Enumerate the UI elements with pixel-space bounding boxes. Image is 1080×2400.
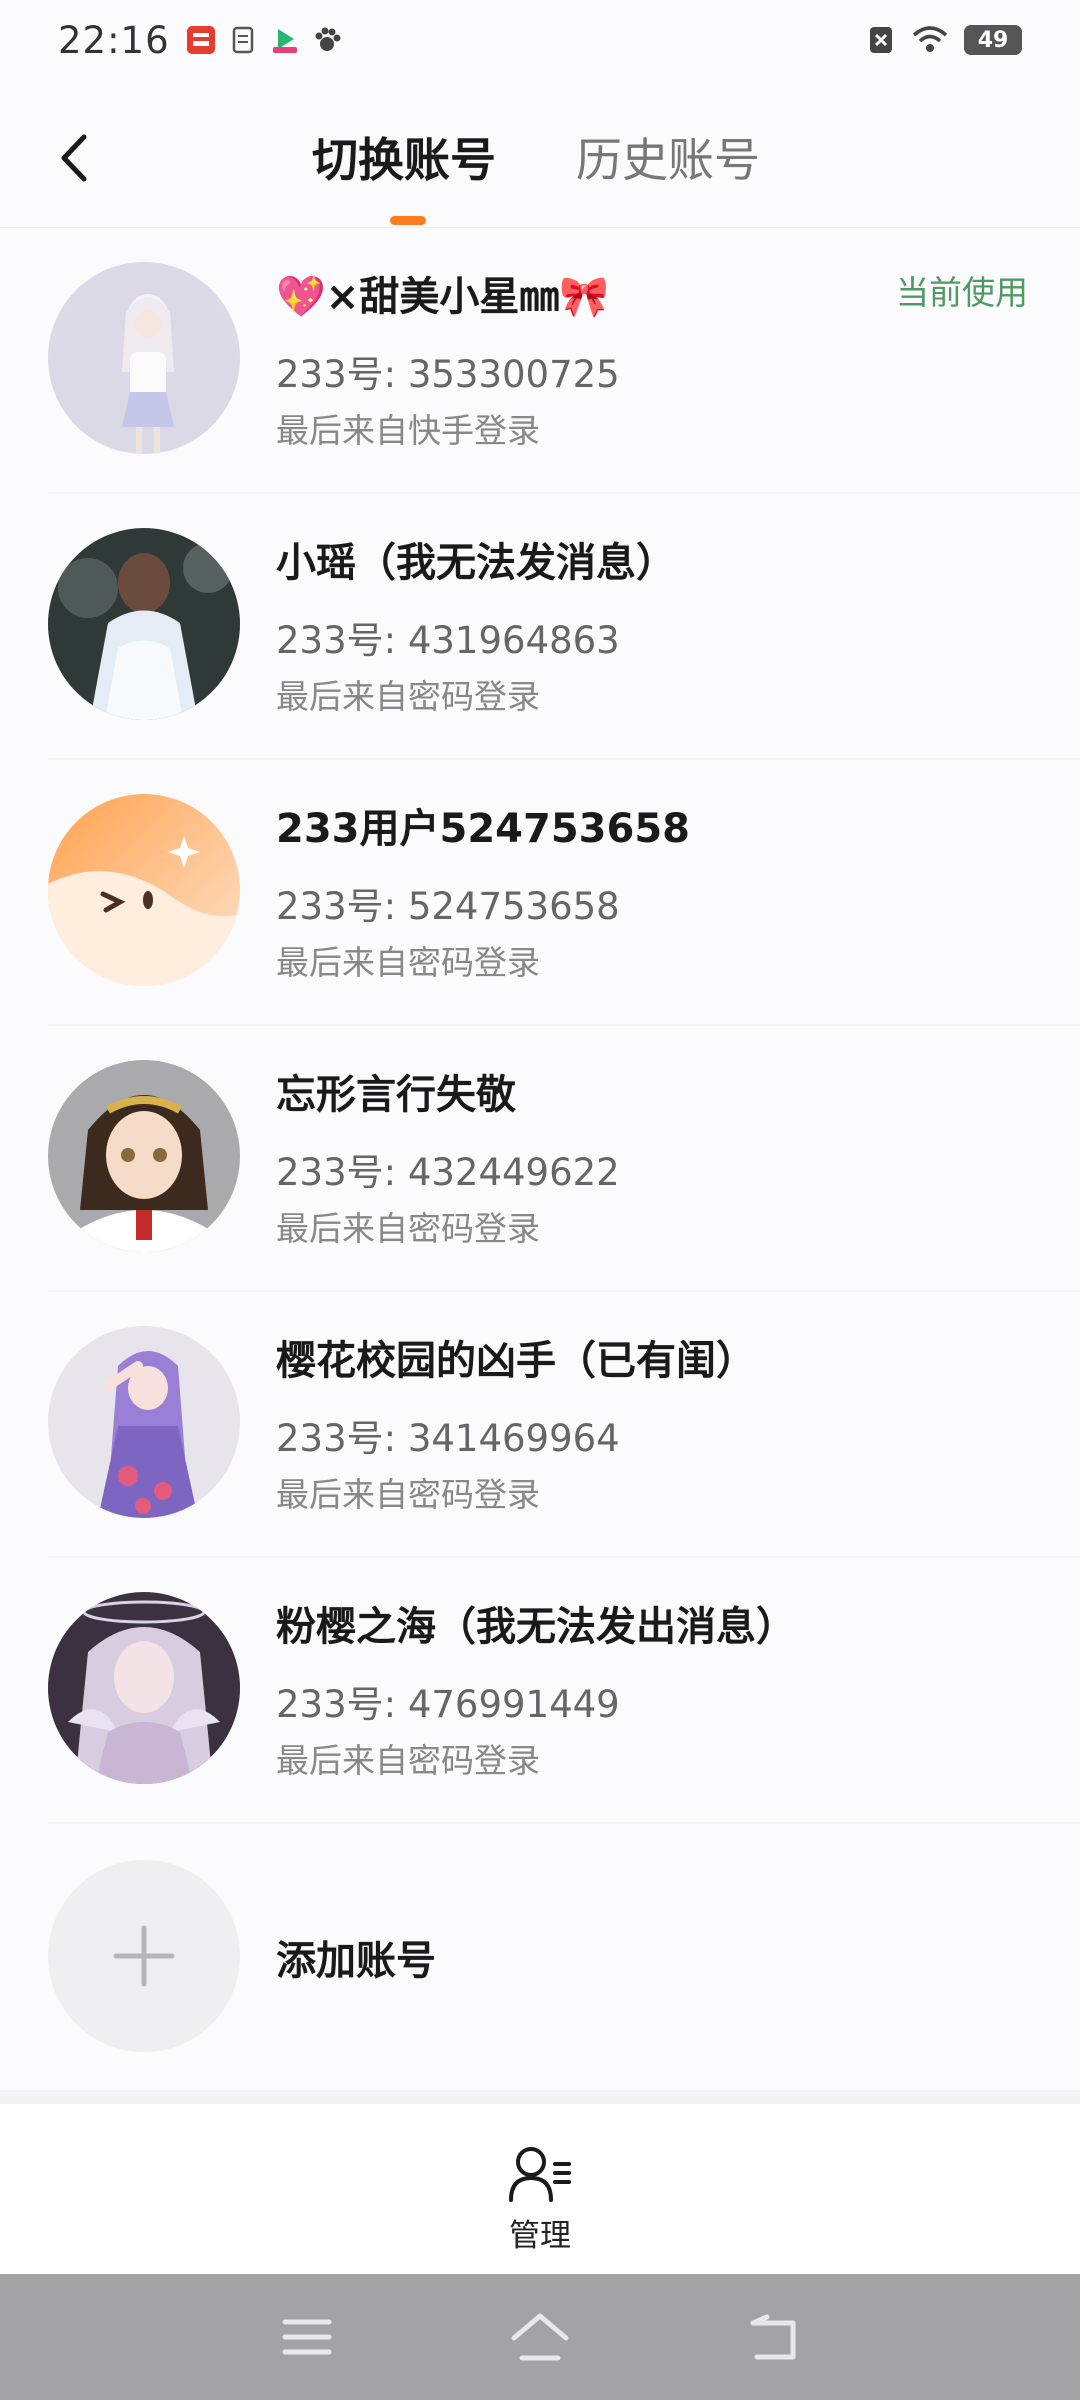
manage-bar: 管理 <box>0 2090 1080 2274</box>
account-id: 233号: 432449622 <box>276 1151 620 1194</box>
video-app-icon <box>270 25 300 55</box>
avatar <box>48 1326 240 1518</box>
account-id: 233号: 353300725 <box>276 353 620 396</box>
account-item-4[interactable]: 忘形言行失敬 233号: 432449622 最后来自密码登录 <box>48 1026 1080 1292</box>
menu-icon <box>282 2319 332 2355</box>
account-login-source: 最后来自密码登录 <box>276 1209 540 1248</box>
account-name: 💖×甜美小星㎜🎀 <box>276 274 610 320</box>
avatar <box>48 262 240 454</box>
home-button[interactable] <box>508 2305 572 2369</box>
account-item-3[interactable]: 233用户524753658 233号: 524753658 最后来自密码登录 <box>48 760 1080 1026</box>
account-name: 233用户524753658 <box>276 806 690 852</box>
status-bar: 22:16 49 <box>0 0 1080 80</box>
status-right: 49 <box>866 25 1022 55</box>
manage-label: 管理 <box>509 2218 571 2254</box>
account-name: 粉樱之海（我无法发出消息） <box>276 1604 796 1650</box>
paw-app-icon <box>312 25 342 55</box>
account-name: 小瑶（我无法发消息） <box>276 540 676 586</box>
account-name: 忘形言行失敬 <box>276 1072 516 1118</box>
back-button[interactable] <box>44 128 104 188</box>
account-id: 233号: 476991449 <box>276 1683 620 1726</box>
avatar <box>48 1592 240 1784</box>
chevron-left-icon <box>61 134 87 182</box>
account-item-6[interactable]: 粉樱之海（我无法发出消息） 233号: 476991449 最后来自密码登录 <box>48 1558 1080 1824</box>
tab-history-account[interactable]: 历史账号 <box>576 128 760 192</box>
header: 切换账号 历史账号 <box>0 110 1080 228</box>
home-icon <box>511 2313 569 2361</box>
manage-button[interactable]: 管理 <box>490 2144 590 2264</box>
avatar <box>48 1060 240 1252</box>
user-list-icon <box>509 2147 571 2202</box>
status-time: 22:16 <box>58 18 170 62</box>
sim-off-icon <box>866 25 896 55</box>
account-item-5[interactable]: 樱花校园的凶手（已有闺） 233号: 341469964 最后来自密码登录 <box>48 1292 1080 1558</box>
tab-indicator <box>390 216 426 225</box>
wifi-icon <box>912 25 948 55</box>
menu-button[interactable] <box>275 2305 339 2369</box>
account-item-1[interactable]: 💖×甜美小星㎜🎀 233号: 353300725 最后来自快手登录 当前使用 <box>48 228 1080 494</box>
account-login-source: 最后来自密码登录 <box>276 1741 540 1780</box>
back-nav-button[interactable] <box>741 2305 805 2369</box>
account-id: 233号: 524753658 <box>276 885 620 928</box>
notification-icons <box>186 25 342 55</box>
system-nav-bar <box>0 2274 1080 2400</box>
add-account-button[interactable]: 添加账号 <box>48 1824 1080 2090</box>
current-use-label: 当前使用 <box>896 273 1028 312</box>
account-id: 233号: 431964863 <box>276 619 620 662</box>
avatar <box>48 528 240 720</box>
document-icon <box>228 25 258 55</box>
account-list: 💖×甜美小星㎜🎀 233号: 353300725 最后来自快手登录 当前使用 小… <box>0 228 1080 2090</box>
tab-switch-account[interactable]: 切换账号 <box>312 128 496 192</box>
battery-icon: 49 <box>964 25 1022 55</box>
add-account-label: 添加账号 <box>276 1938 436 1984</box>
account-login-source: 最后来自密码登录 <box>276 677 540 716</box>
account-login-source: 最后来自快手登录 <box>276 411 540 450</box>
app-notification-icon <box>186 25 216 55</box>
avatar <box>48 794 240 986</box>
account-login-source: 最后来自密码登录 <box>276 943 540 982</box>
back-icon <box>750 2314 796 2360</box>
plus-icon <box>48 1860 240 2052</box>
account-login-source: 最后来自密码登录 <box>276 1475 540 1514</box>
account-id: 233号: 341469964 <box>276 1417 620 1460</box>
account-item-2[interactable]: 小瑶（我无法发消息） 233号: 431964863 最后来自密码登录 <box>48 494 1080 760</box>
account-name: 樱花校园的凶手（已有闺） <box>276 1338 756 1384</box>
